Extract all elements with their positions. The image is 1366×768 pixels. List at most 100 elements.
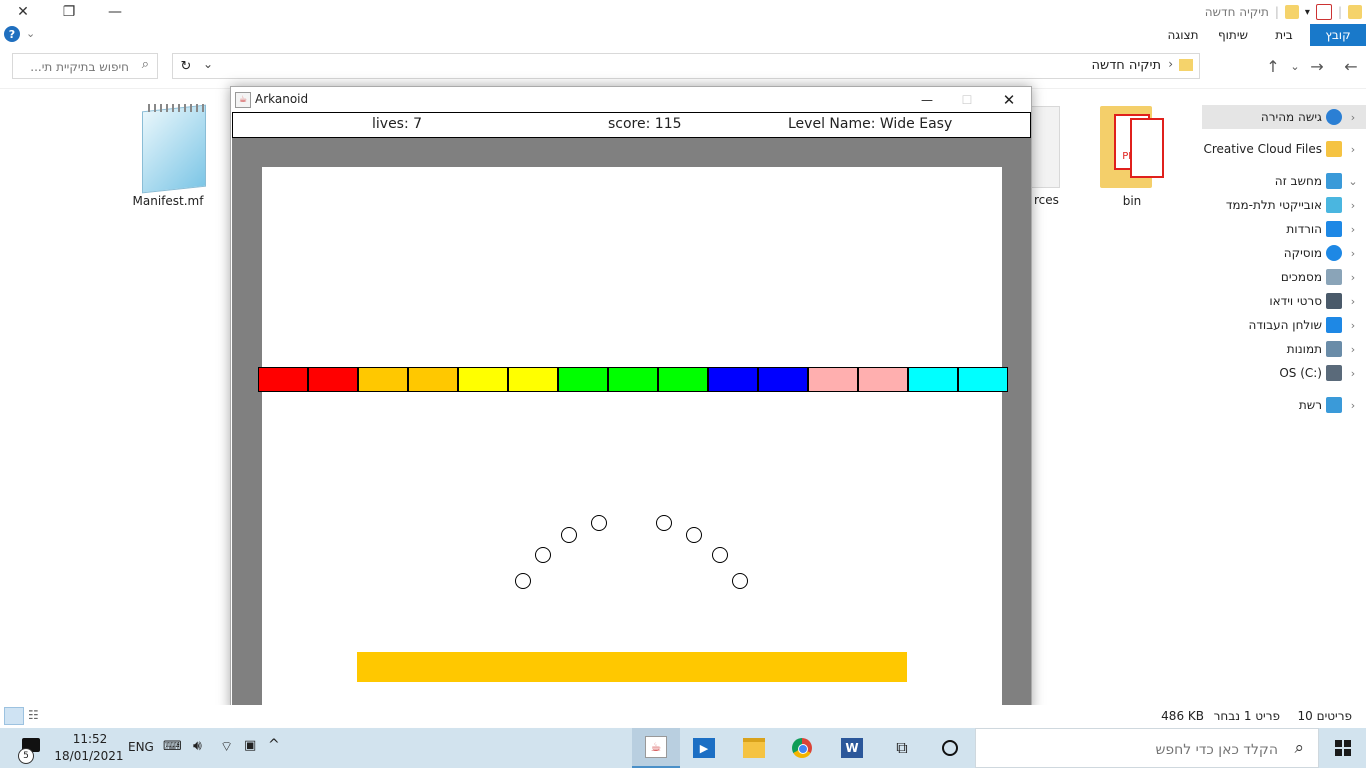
volume-icon[interactable]: 🔊︎: [193, 738, 202, 754]
download-arrow-icon: [1326, 221, 1342, 237]
nav-item-star[interactable]: גישה מהירה ›: [1202, 105, 1366, 129]
java-icon[interactable]: ☕: [632, 728, 680, 768]
chevron-right-icon[interactable]: ›: [1346, 271, 1360, 284]
tab-view[interactable]: תצוגה: [1158, 24, 1208, 46]
nav-item-document[interactable]: מסמכים ›: [1202, 265, 1366, 289]
properties-icon[interactable]: [1315, 4, 1332, 20]
chevron-right-icon[interactable]: ›: [1346, 367, 1360, 380]
help-icon[interactable]: ?: [4, 26, 20, 42]
address-bar[interactable]: ↻ ⌄ › תיקיה חדשה: [172, 53, 1200, 79]
nav-item-network[interactable]: רשת ›: [1202, 393, 1366, 417]
tab-file[interactable]: קובץ: [1310, 24, 1366, 46]
chevron-right-icon[interactable]: ›: [1346, 199, 1360, 212]
chevron-down-icon[interactable]: ⌄: [26, 27, 35, 40]
minimize-button[interactable]: —: [92, 0, 138, 24]
refresh-icon[interactable]: ↻: [177, 57, 195, 75]
language-indicator[interactable]: ENG: [128, 740, 154, 754]
tab-share[interactable]: שיתוף: [1208, 24, 1258, 46]
search-box[interactable]: ⌕: [12, 53, 158, 79]
chrome-icon[interactable]: [778, 728, 826, 768]
ribbon-tabs: ? ⌄ קובץ בית שיתוף תצוגה: [0, 24, 1366, 47]
document-stack-icon: [1028, 106, 1060, 188]
minimize-button[interactable]: —: [907, 87, 947, 112]
file-item-bin[interactable]: PDF bin: [1082, 100, 1182, 208]
chevron-right-icon[interactable]: ›: [1346, 247, 1360, 260]
taskbar-search-input[interactable]: [1016, 739, 1280, 761]
nav-item-label: גישה מהירה: [1260, 110, 1322, 124]
nav-item-cube-3d[interactable]: אובייקטי תלת-ממד ›: [1202, 193, 1366, 217]
keyboard-icon[interactable]: ⌨: [163, 739, 182, 754]
arkanoid-title-bar[interactable]: ☕ Arkanoid — ☐ ✕: [231, 87, 1031, 112]
back-arrow-icon[interactable]: ←: [1340, 53, 1362, 79]
close-button[interactable]: ✕: [0, 0, 46, 24]
windows-logo-icon: [1335, 740, 1351, 756]
meet-now-icon[interactable]: ▣: [244, 738, 256, 753]
brick: [358, 367, 408, 392]
file-explorer-icon[interactable]: [730, 728, 778, 768]
forward-arrow-icon[interactable]: →: [1306, 53, 1328, 79]
maximize-button[interactable]: ❐: [46, 0, 92, 24]
nav-item-computer[interactable]: מחשב זה ⌄: [1202, 169, 1366, 193]
chevron-right-icon[interactable]: ›: [1346, 399, 1360, 412]
search-icon: ⌕: [1294, 738, 1304, 758]
chevron-down-icon[interactable]: ▾: [1305, 7, 1310, 18]
breadcrumb-current[interactable]: תיקיה חדשה: [1091, 58, 1161, 73]
breadcrumb-separator-icon[interactable]: ›: [1168, 57, 1173, 71]
task-view-icon[interactable]: ⧉: [878, 728, 926, 768]
nav-item-music-note[interactable]: מוסיקה ›: [1202, 241, 1366, 265]
maximize-button: ☐: [961, 92, 973, 107]
brick: [508, 367, 558, 392]
close-button[interactable]: ✕: [987, 87, 1031, 112]
word-icon[interactable]: W: [828, 728, 876, 768]
selected-size: 486 KB: [1161, 709, 1204, 723]
chevron-up-icon[interactable]: ^: [268, 737, 280, 753]
file-item-manifest[interactable]: Manifest.mf: [118, 100, 218, 208]
brick: [858, 367, 908, 392]
chevron-right-icon[interactable]: ›: [1346, 223, 1360, 236]
media-player-icon[interactable]: ▶: [680, 728, 728, 768]
wifi-icon[interactable]: ⌔: [220, 738, 233, 756]
arkanoid-window: ☕ Arkanoid — ☐ ✕ lives: 7 score: 115 Lev…: [230, 86, 1032, 713]
search-input[interactable]: [17, 55, 131, 79]
start-button[interactable]: [1320, 728, 1366, 768]
clock-date[interactable]: 18/01/2021: [54, 749, 124, 763]
chevron-down-icon[interactable]: ⌄: [1346, 175, 1360, 188]
tab-home[interactable]: בית: [1264, 24, 1304, 46]
recent-chevron-icon[interactable]: ⌄: [1284, 53, 1306, 79]
folder-icon[interactable]: [1284, 5, 1299, 19]
search-icon[interactable]: ⌕: [142, 57, 149, 72]
network-icon: [1326, 397, 1342, 413]
file-name[interactable]: rces: [1034, 193, 1059, 207]
chevron-right-icon[interactable]: ›: [1346, 343, 1360, 356]
cortana-icon[interactable]: [926, 728, 974, 768]
game-canvas[interactable]: lives: 7 score: 115 Level Name: Wide Eas…: [232, 112, 1031, 712]
ball: [712, 547, 728, 563]
nav-item-creative-cloud-folder[interactable]: Creative Cloud Files ›: [1202, 137, 1366, 161]
large-icons-view-icon[interactable]: ☷: [28, 708, 39, 722]
file-name: bin: [1122, 194, 1142, 208]
chevron-right-icon[interactable]: ›: [1346, 111, 1360, 124]
nav-item-label: שולחן העבודה: [1248, 318, 1322, 332]
desktop-icon: [1326, 317, 1342, 333]
nav-item-film[interactable]: סרטי וידאו ›: [1202, 289, 1366, 313]
paddle[interactable]: [357, 652, 907, 682]
nav-item-pictures[interactable]: תמונות ›: [1202, 337, 1366, 361]
nav-item-desktop[interactable]: שולחן העבודה ›: [1202, 313, 1366, 337]
folder-icon: [1179, 59, 1193, 71]
selected-count: פריט 1 נבחר: [1213, 709, 1280, 723]
ball: [535, 547, 551, 563]
brick: [708, 367, 758, 392]
nav-item-drive[interactable]: OS (C:) ›: [1202, 361, 1366, 385]
pdf-folder-icon: PDF: [1100, 100, 1164, 188]
music-note-icon: [1326, 245, 1342, 261]
up-arrow-icon[interactable]: ↑: [1262, 53, 1284, 79]
chevron-right-icon[interactable]: ›: [1346, 143, 1360, 156]
brick: [258, 367, 308, 392]
chevron-right-icon[interactable]: ›: [1346, 295, 1360, 308]
clock-time[interactable]: 11:52: [62, 732, 118, 746]
address-dropdown-icon[interactable]: ⌄: [203, 57, 213, 71]
chevron-right-icon[interactable]: ›: [1346, 319, 1360, 332]
nav-item-download-arrow[interactable]: הורדות ›: [1202, 217, 1366, 241]
taskbar-search[interactable]: ⌕: [975, 728, 1319, 768]
details-view-icon[interactable]: [4, 707, 24, 725]
